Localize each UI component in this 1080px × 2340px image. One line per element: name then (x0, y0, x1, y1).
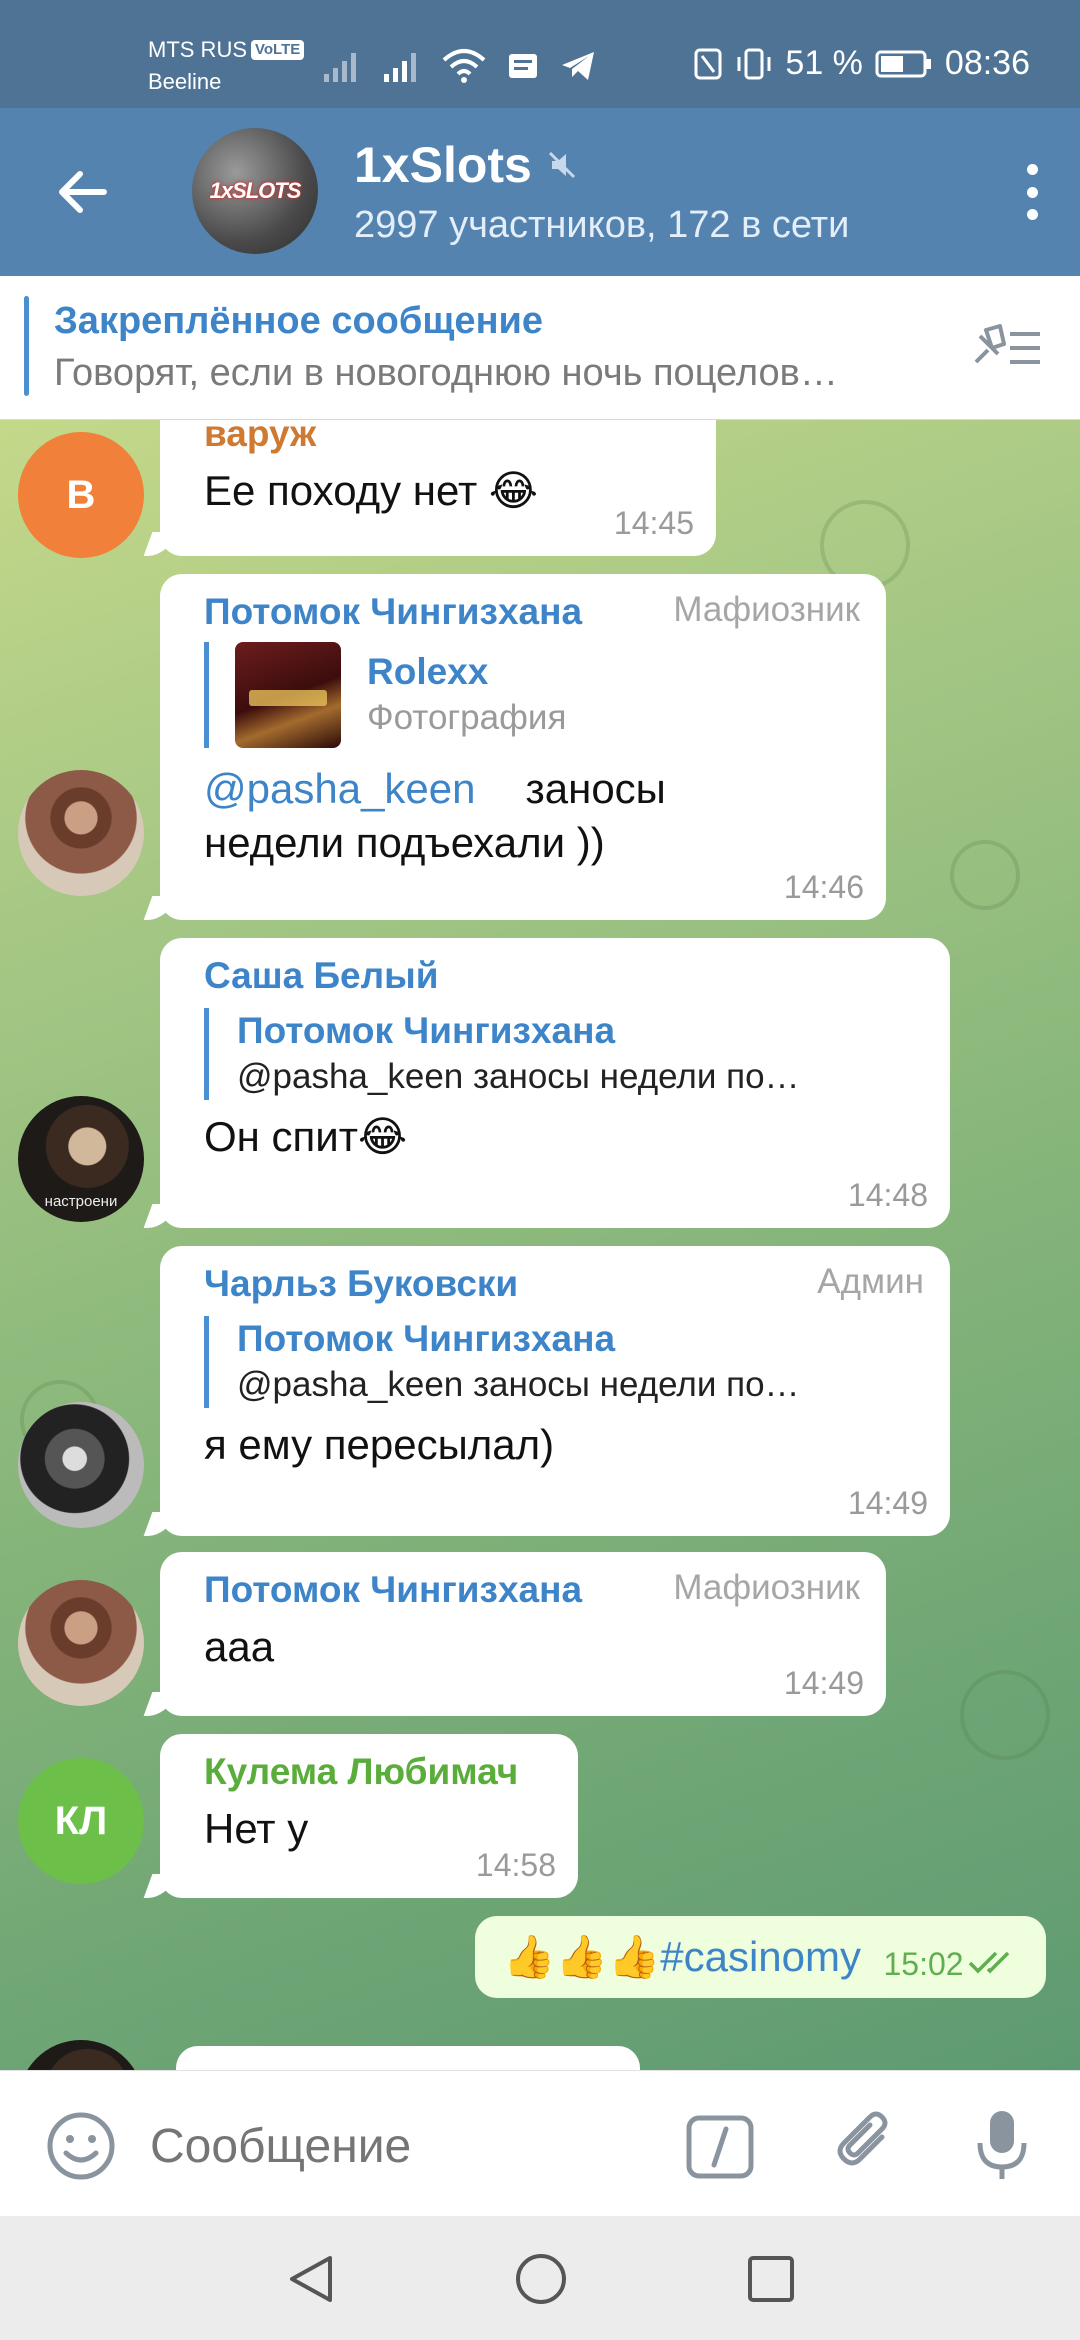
carrier-name: MTS RUS (148, 37, 247, 62)
read-checkmarks-icon (968, 1951, 1010, 1974)
reply-preview[interactable]: Rolexx Фотография (204, 642, 860, 748)
reply-sender: Потомок Чингизхана (237, 1318, 616, 1359)
nav-home-icon[interactable] (514, 2252, 568, 2306)
mention-link[interactable]: @pasha_keen (204, 765, 476, 812)
avatar-caption: настроени (44, 1193, 118, 1210)
status-icons (322, 46, 596, 86)
avatar[interactable]: В (18, 432, 144, 558)
wallpaper-doodle (960, 1670, 1050, 1760)
message-bubble[interactable]: Потомок Чингизхана Мафиозник ааа 14:49 (160, 1552, 886, 1716)
message-bubble[interactable] (176, 2046, 640, 2070)
attach-icon[interactable] (830, 2109, 900, 2179)
signal-icon-2 (384, 53, 416, 82)
message-bubble[interactable]: Потомок Чингизхана Мафиозник Rolexx Фото… (160, 574, 886, 920)
sender-name[interactable]: Кулема Любимач (204, 1750, 552, 1794)
pinned-text: Говорят, если в новогоднюю ночь поцелов… (54, 352, 838, 394)
sender-role: Мафиозник (673, 1568, 860, 1607)
message-text: Он спит😂 (204, 1113, 408, 1160)
vibrate-icon (737, 48, 771, 79)
status-right: 51 % 08:36 (693, 44, 1030, 83)
avatar[interactable]: КЛ (18, 1758, 144, 1884)
emoji-icon[interactable] (46, 2111, 116, 2181)
message-input-bar (0, 2070, 1080, 2216)
nav-back-icon[interactable] (284, 2252, 338, 2306)
message-text: @pasha_keen заносы недели подъехали )) (204, 762, 860, 870)
message-text-part: заносы (525, 765, 666, 812)
channel-avatar[interactable]: 1xSLOTS (192, 128, 318, 254)
channel-name: 1xSlots (354, 137, 532, 193)
message-bubble[interactable]: Саша Белый Потомок Чингизхана @pasha_kee… (160, 938, 950, 1228)
message-bubble[interactable]: Кулема Любимач Нет у 14:58 (160, 1734, 578, 1898)
message-text: ааа (204, 1623, 275, 1670)
message-time: 14:49 (783, 1665, 864, 1701)
message-bubble[interactable]: Чарльз Буковски Админ Потомок Чингизхана… (160, 1246, 950, 1536)
reply-sender: Rolexx (367, 651, 489, 692)
message-bubble[interactable]: варуж Ее походу нет 😂 14:45 (160, 420, 716, 556)
reply-preview[interactable]: Потомок Чингизхана @pasha_keen заносы не… (204, 1008, 924, 1100)
outgoing-message-bubble[interactable]: 👍👍👍#casinomy 15:02 (475, 1916, 1046, 1998)
avatar[interactable] (18, 1580, 144, 1706)
more-menu-icon[interactable] (1024, 164, 1040, 220)
message-time: 14:46 (783, 869, 864, 905)
bot-commands-icon[interactable] (686, 2115, 754, 2179)
pinned-title: Закреплённое сообщение (54, 300, 544, 342)
pinned-indicator (24, 296, 29, 396)
reply-text: Фотография (367, 698, 567, 737)
wallpaper-doodle (950, 840, 1020, 910)
clock: 08:36 (944, 44, 1030, 82)
telegram-icon (562, 52, 594, 80)
message-time: 14:45 (613, 505, 694, 541)
message-time: 14:49 (847, 1485, 928, 1521)
message-icon (509, 54, 537, 78)
muted-icon (548, 151, 575, 179)
chat-header: 1xSLOTS 1xSlots 2997 участников, 172 в с… (0, 108, 1080, 276)
nav-recents-icon[interactable] (746, 2254, 796, 2304)
carrier-name-2: Beeline (148, 69, 222, 94)
reply-text: @pasha_keen заносы недели по… (237, 1057, 800, 1096)
avatar[interactable] (18, 2040, 144, 2070)
status-bar: MTS RUS VoLTE Beeline 51 % 08:36 (0, 0, 1080, 108)
carrier-info: MTS RUS VoLTE Beeline (148, 34, 305, 98)
nfc-icon (694, 48, 722, 79)
sender-role: Мафиозник (673, 590, 860, 629)
avatar[interactable] (18, 770, 144, 896)
message-text[interactable]: 👍👍👍#casinomy (503, 1933, 861, 1980)
pinned-list-icon[interactable] (966, 318, 1046, 378)
reply-text: @pasha_keen заносы недели по… (237, 1365, 800, 1404)
chat-area[interactable]: В варуж Ее походу нет 😂 14:45 Потомок Чи… (0, 420, 1080, 2070)
reply-sender: Потомок Чингизхана (237, 1010, 616, 1051)
battery-icon (875, 50, 931, 77)
message-time: 14:48 (847, 1177, 928, 1213)
sender-role: Админ (817, 1262, 924, 1301)
volte-badge: VoLTE (251, 40, 305, 60)
signal-icon (324, 53, 356, 82)
avatar[interactable] (18, 1402, 144, 1528)
avatar-logo-text: 1xSLOTS (209, 178, 302, 203)
reply-preview[interactable]: Потомок Чингизхана @pasha_keen заносы не… (204, 1316, 924, 1408)
back-arrow-icon[interactable] (52, 162, 112, 222)
channel-subtitle: 2997 участников, 172 в сети (354, 204, 850, 246)
message-input[interactable] (150, 2111, 650, 2181)
system-nav-bar (0, 2216, 1080, 2340)
channel-title[interactable]: 1xSlots (354, 136, 578, 194)
message-time: 14:58 (475, 1847, 556, 1883)
microphone-icon[interactable] (976, 2107, 1028, 2183)
avatar[interactable]: настроени (18, 1096, 144, 1222)
sender-name[interactable]: Чарльз Буковски (204, 1262, 924, 1306)
battery-percent: 51 % (785, 44, 863, 82)
photo-thumbnail (235, 642, 341, 748)
message-text: я ему пересылал) (204, 1421, 555, 1468)
pinned-message-bar[interactable]: Закреплённое сообщение Говорят, если в н… (0, 276, 1080, 420)
message-text-part: недели подъехали )) (204, 819, 605, 866)
sender-name[interactable]: варуж (204, 420, 690, 456)
sender-name[interactable]: Саша Белый (204, 954, 924, 998)
wifi-icon (442, 49, 486, 83)
message-time: 15:02 (883, 1946, 964, 1982)
